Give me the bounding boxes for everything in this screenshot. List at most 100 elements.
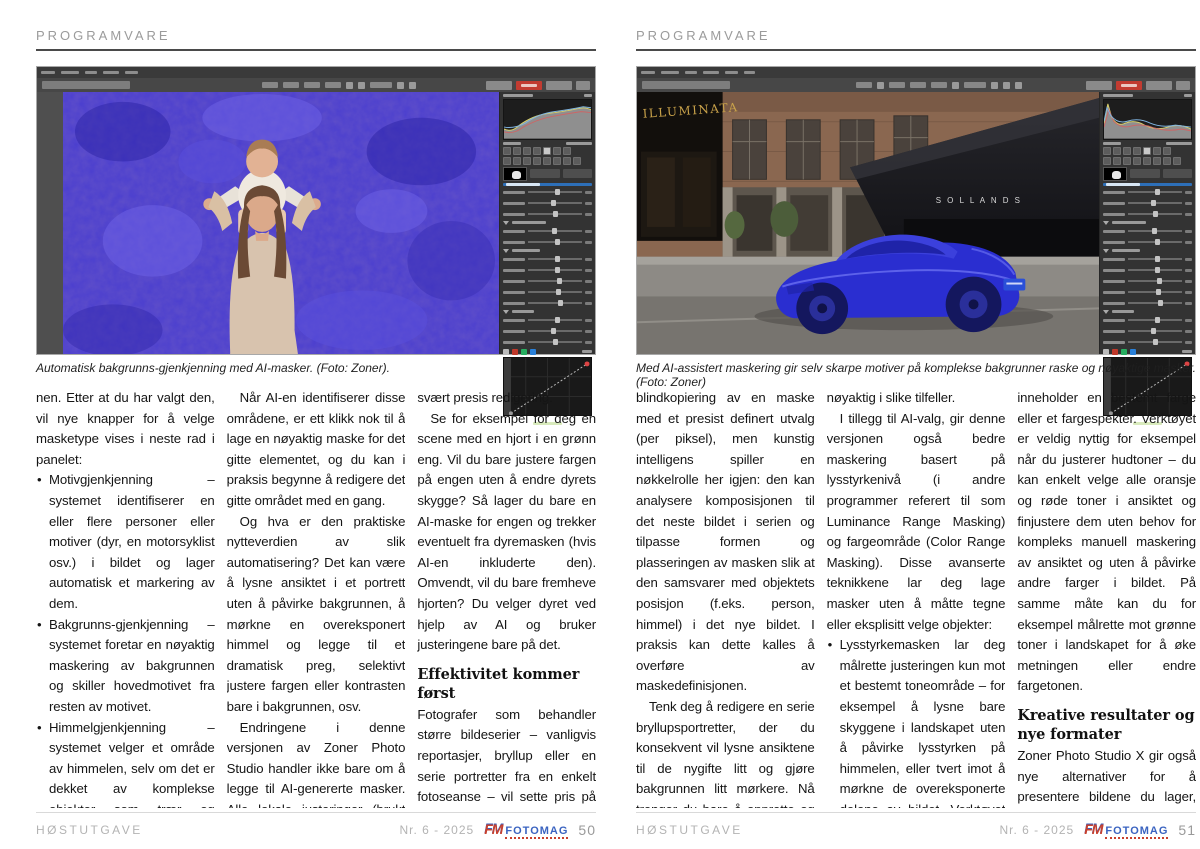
- adjustment-slider[interactable]: [1103, 227, 1192, 236]
- mask-option-button[interactable]: [1163, 169, 1193, 178]
- slider-knob[interactable]: [1155, 317, 1160, 323]
- slider-knob[interactable]: [553, 339, 558, 345]
- flag-icon[interactable]: [877, 82, 884, 89]
- menu-item[interactable]: [685, 71, 697, 74]
- sky-mask-icon[interactable]: [523, 157, 531, 165]
- adjustment-slider[interactable]: [1103, 238, 1192, 247]
- grid-icon[interactable]: [991, 82, 998, 89]
- adjustment-slider[interactable]: [1103, 255, 1192, 264]
- search-input[interactable]: [642, 81, 730, 89]
- slider-knob[interactable]: [555, 256, 560, 262]
- selected-mask-row[interactable]: [503, 183, 592, 186]
- adjustment-slider[interactable]: [1103, 316, 1192, 325]
- adjustment-slider[interactable]: [503, 255, 592, 264]
- adjustment-slider[interactable]: [503, 188, 592, 197]
- retouch-icon[interactable]: [553, 147, 561, 155]
- luminance-mask-icon[interactable]: [1143, 157, 1151, 165]
- slider-knob[interactable]: [1151, 328, 1156, 334]
- adjustment-slider[interactable]: [1103, 210, 1192, 219]
- adjustment-slider[interactable]: [503, 238, 592, 247]
- color-mask-icon[interactable]: [1153, 157, 1161, 165]
- slider-knob[interactable]: [1155, 239, 1160, 245]
- luminance-mask-icon[interactable]: [543, 157, 551, 165]
- slider-knob[interactable]: [551, 328, 556, 334]
- color-mask-icon[interactable]: [553, 157, 561, 165]
- tool-button[interactable]: [910, 82, 926, 88]
- tool-button[interactable]: [283, 82, 299, 88]
- section-exposure[interactable]: [503, 249, 592, 253]
- zoom-icon[interactable]: [346, 82, 353, 89]
- slider-knob[interactable]: [555, 317, 560, 323]
- slider-track[interactable]: [528, 319, 582, 321]
- adjustment-slider[interactable]: [1103, 327, 1192, 336]
- module-button-editor[interactable]: [1146, 81, 1172, 90]
- module-button-manager[interactable]: [1086, 81, 1112, 90]
- slider-track[interactable]: [528, 191, 582, 193]
- slider-knob[interactable]: [1155, 189, 1160, 195]
- slider-track[interactable]: [1128, 230, 1182, 232]
- slider-track[interactable]: [1128, 302, 1182, 304]
- blue-channel-icon[interactable]: [1130, 349, 1136, 355]
- green-channel-icon[interactable]: [1121, 349, 1127, 355]
- selected-mask-row[interactable]: [1103, 183, 1192, 186]
- ai-mask-icon-active[interactable]: [1143, 147, 1151, 155]
- adjustment-slider[interactable]: [1103, 299, 1192, 308]
- adjustment-slider[interactable]: [1103, 277, 1192, 286]
- straighten-icon[interactable]: [1113, 147, 1121, 155]
- module-button-editor[interactable]: [546, 81, 572, 90]
- slider-knob[interactable]: [555, 239, 560, 245]
- slider-knob[interactable]: [1153, 339, 1158, 345]
- menu-item[interactable]: [103, 71, 119, 74]
- curve-reset-icon[interactable]: [582, 350, 592, 353]
- brush-icon[interactable]: [523, 147, 531, 155]
- retouch-icon[interactable]: [1153, 147, 1161, 155]
- slider-track[interactable]: [1128, 213, 1182, 215]
- eye-icon[interactable]: [1163, 147, 1171, 155]
- adjustment-slider[interactable]: [1103, 188, 1192, 197]
- background-mask-icon[interactable]: [513, 157, 521, 165]
- adjustment-slider[interactable]: [503, 199, 592, 208]
- adjustment-slider[interactable]: [1103, 338, 1192, 347]
- red-channel-icon[interactable]: [512, 349, 518, 355]
- mask-thumbnail[interactable]: [1103, 167, 1127, 181]
- menu-item[interactable]: [703, 71, 719, 74]
- slider-track[interactable]: [528, 213, 582, 215]
- green-channel-icon[interactable]: [521, 349, 527, 355]
- straighten-icon[interactable]: [513, 147, 521, 155]
- object-mask-icon[interactable]: [1133, 157, 1141, 165]
- adjustment-slider[interactable]: [503, 266, 592, 275]
- adjustment-slider[interactable]: [503, 288, 592, 297]
- section-color[interactable]: [1103, 310, 1192, 314]
- adjustment-slider[interactable]: [503, 327, 592, 336]
- grid-icon[interactable]: [397, 82, 404, 89]
- rgb-channel-icon[interactable]: [503, 349, 509, 355]
- menu-item[interactable]: [744, 71, 755, 74]
- mask-layer-row[interactable]: [1103, 167, 1192, 181]
- menu-item[interactable]: [641, 71, 655, 74]
- slider-track[interactable]: [528, 258, 582, 260]
- tool-button[interactable]: [856, 82, 872, 88]
- eye-icon[interactable]: [563, 147, 571, 155]
- menu-item[interactable]: [661, 71, 679, 74]
- panel-collapse-icon[interactable]: [584, 94, 592, 97]
- menu-item[interactable]: [61, 71, 79, 74]
- slider-knob[interactable]: [1151, 200, 1156, 206]
- slider-track[interactable]: [1128, 258, 1182, 260]
- gradient-icon[interactable]: [1133, 147, 1141, 155]
- ai-mask-icon-active[interactable]: [543, 147, 551, 155]
- slider-track[interactable]: [528, 291, 582, 293]
- slider-knob[interactable]: [551, 200, 556, 206]
- zoom-level[interactable]: [370, 82, 392, 88]
- section-exposure[interactable]: [1103, 249, 1192, 253]
- slider-track[interactable]: [1128, 269, 1182, 271]
- tool-button[interactable]: [262, 82, 278, 88]
- search-input[interactable]: [42, 81, 130, 89]
- slider-track[interactable]: [1128, 330, 1182, 332]
- mask-option-button[interactable]: [530, 169, 560, 178]
- mask-layer-row[interactable]: [503, 167, 592, 181]
- slider-knob[interactable]: [553, 211, 558, 217]
- invert-mask-icon[interactable]: [563, 157, 571, 165]
- menu-item[interactable]: [725, 71, 738, 74]
- slider-knob[interactable]: [1152, 228, 1157, 234]
- adjustment-slider[interactable]: [503, 210, 592, 219]
